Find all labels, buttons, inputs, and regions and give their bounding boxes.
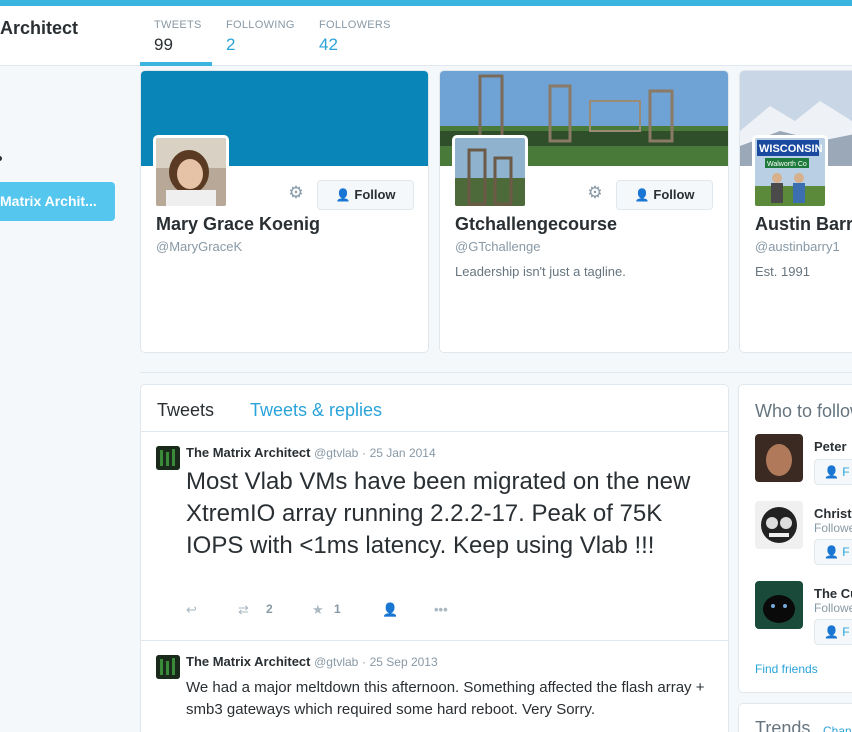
trends-panel: Trends Chan (738, 703, 852, 732)
stat-tweets-value: 99 (154, 35, 173, 54)
card-bio: Leadership isn't just a tagline. (455, 264, 626, 279)
avatar[interactable] (755, 501, 803, 549)
add-user-icon: 👤 (634, 188, 650, 202)
sign-text-wisconsin: WISCONSIN (759, 143, 823, 155)
who-to-follow-title: Who to follow (755, 401, 852, 421)
suggestion-name[interactable]: The Cu (814, 586, 852, 601)
tweet-header: The Matrix Architect @gtvlab · 25 Jan 20… (186, 445, 436, 460)
card-handle: @GTchallenge (455, 239, 541, 254)
follow-label: F (842, 625, 850, 639)
tweet-author-name[interactable]: The Matrix Architect (186, 445, 311, 460)
profile-name-header: Architect (0, 18, 79, 38)
tweet-header: The Matrix Architect @gtvlab · 25 Sep 20… (186, 654, 438, 669)
avatar[interactable] (156, 655, 180, 679)
follow-label: Follow (354, 187, 396, 202)
who-to-follow-panel: Who to follow Peter 👤 F Christi Followe … (738, 384, 852, 693)
tweet-item[interactable]: The Matrix Architect @gtvlab · 25 Jan 20… (141, 432, 728, 641)
profile-nav-bar: Architect TWEETS 99 FOLLOWING 2 FOLLOWER… (0, 6, 852, 66)
retweet-count: 2 (266, 602, 273, 616)
bullet-dot (0, 156, 2, 161)
tweet-to-button[interactable]: Matrix Archit... (0, 182, 115, 221)
card-handle: @austinbarry1 (755, 239, 840, 254)
tweet-author-handle: @gtvlab (314, 446, 359, 460)
stream-tabs: Tweets Tweets & replies (141, 385, 728, 432)
sign-text-county: Walworth Co (767, 161, 807, 168)
suggestion-subtitle: Followe (814, 601, 852, 615)
avatar[interactable] (156, 446, 180, 470)
follow-button[interactable]: 👤 F (814, 459, 852, 485)
tab-tweets[interactable]: Tweets (157, 400, 214, 421)
tweet-text: We had a major meltdown this afternoon. … (186, 679, 705, 718)
stat-followers[interactable]: FOLLOWERS 42 (319, 19, 391, 55)
suggestion-name[interactable]: Christi (814, 506, 852, 521)
tweet-author-handle: @gtvlab (314, 655, 359, 669)
gear-icon[interactable]: ⚙ (287, 184, 305, 202)
tab-tweets-replies[interactable]: Tweets & replies (250, 400, 382, 421)
favorite-count: 1 (334, 602, 341, 616)
stat-tweets-label: TWEETS (154, 19, 202, 31)
follow-card-austin: WISCONSIN Walworth Co Austin Barr @austi… (739, 70, 852, 353)
stat-following[interactable]: FOLLOWING 2 (226, 19, 295, 55)
section-divider (140, 372, 852, 373)
avatar[interactable] (153, 135, 229, 209)
follow-button[interactable]: 👤 F (814, 539, 852, 565)
retweet-icon[interactable]: ⇄ (238, 602, 249, 618)
active-stat-underline (140, 62, 212, 66)
trends-title: Trends (755, 718, 811, 732)
stat-followers-value: 42 (319, 35, 338, 54)
card-name[interactable]: Gtchallengecourse (455, 214, 617, 235)
follow-button[interactable]: 👤 Follow (616, 180, 713, 210)
follow-label: F (842, 465, 850, 479)
favorite-icon[interactable]: ★ (312, 602, 324, 618)
suggestion-subtitle: Followe (814, 521, 852, 535)
card-handle: @MaryGraceK (156, 239, 243, 254)
tweet-date[interactable]: 25 Sep 2013 (370, 655, 438, 669)
card-name[interactable]: Austin Barr (755, 214, 852, 235)
stat-following-value: 2 (226, 35, 236, 54)
add-user-icon: 👤 (335, 188, 351, 202)
avatar[interactable] (755, 434, 803, 482)
follow-button[interactable]: 👤 F (814, 619, 852, 645)
follow-label: F (842, 545, 850, 559)
follow-label: Follow (653, 187, 695, 202)
avatar[interactable] (755, 581, 803, 629)
tweet-text: Most Vlab VMs have been migrated on the … (186, 468, 691, 559)
tweet-separator: · (361, 446, 366, 460)
gear-icon[interactable]: ⚙ (586, 184, 604, 202)
tweet-author-name[interactable]: The Matrix Architect (186, 654, 311, 669)
avatar[interactable] (452, 135, 528, 209)
tweet-date[interactable]: 25 Jan 2014 (370, 446, 436, 460)
tweet-stream: Tweets Tweets & replies The Matrix Archi… (140, 384, 729, 732)
tweet-item[interactable]: The Matrix Architect @gtvlab · 25 Sep 20… (141, 641, 728, 732)
find-friends-link[interactable]: Find friends (755, 662, 818, 676)
avatar[interactable]: WISCONSIN Walworth Co (752, 135, 828, 209)
card-bio: Est. 1991 (755, 264, 810, 279)
follow-user-icon[interactable]: 👤 (382, 602, 398, 618)
reply-icon[interactable]: ↩ (186, 602, 197, 618)
tweet-separator: · (361, 655, 366, 669)
stat-tweets[interactable]: TWEETS 99 (154, 19, 202, 55)
follow-card-mary: ⚙ 👤 Follow Mary Grace Koenig @MaryGraceK (140, 70, 429, 353)
follow-card-gtchallenge: ⚙ 👤 Follow Gtchallengecourse @GTchallenge… (439, 70, 729, 353)
more-options-icon[interactable]: ••• (434, 602, 448, 617)
stat-following-label: FOLLOWING (226, 19, 295, 31)
suggestion-name[interactable]: Peter (814, 439, 847, 454)
stat-followers-label: FOLLOWERS (319, 19, 391, 31)
card-name[interactable]: Mary Grace Koenig (156, 214, 320, 235)
trends-change-link[interactable]: Chan (823, 724, 852, 732)
follow-button[interactable]: 👤 Follow (317, 180, 414, 210)
